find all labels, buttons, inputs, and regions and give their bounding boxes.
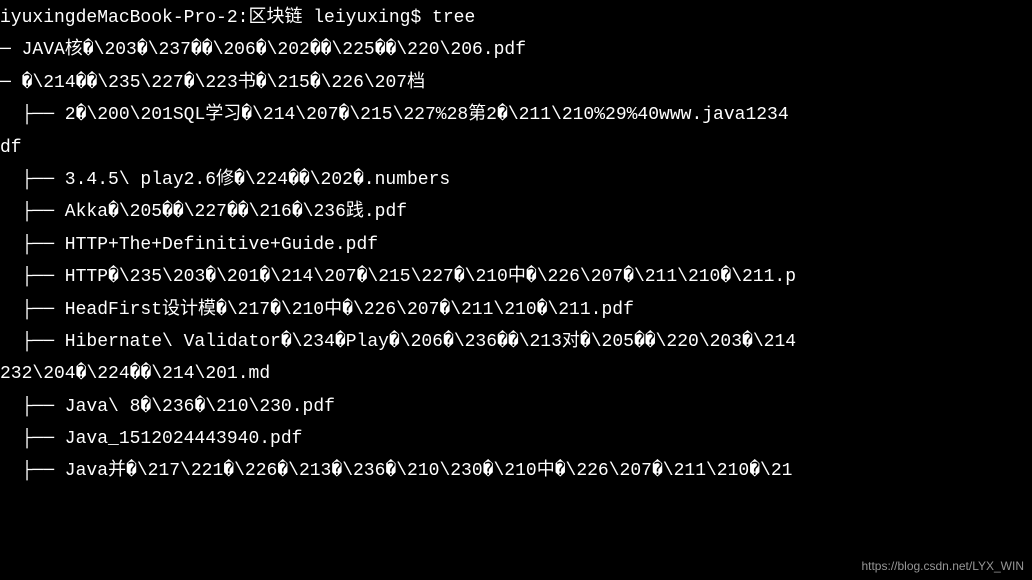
tree-line: df (0, 132, 1032, 164)
tree-line: ─ JAVA核�\203�\237��\206�\202��\225��\220… (0, 34, 1032, 66)
prompt-line: iyuxingdeMacBook-Pro-2:区块链 leiyuxing$ tr… (0, 2, 1032, 34)
tree-line: ├── HTTP+The+Definitive+Guide.pdf (0, 229, 1032, 261)
terminal-output: iyuxingdeMacBook-Pro-2:区块链 leiyuxing$ tr… (0, 2, 1032, 488)
tree-line: ├── Java\ 8�\236�\210\230.pdf (0, 391, 1032, 423)
tree-line: ├── Hibernate\ Validator�\234�Play�\206�… (0, 326, 1032, 358)
tree-line: 232\204�\224��\214\201.md (0, 358, 1032, 390)
tree-line: ├── HTTP�\235\203�\201�\214\207�\215\227… (0, 261, 1032, 293)
tree-line: ─ �\214��\235\227�\223书�\215�\226\207档 (0, 67, 1032, 99)
tree-line: ├── HeadFirst设计模�\217�\210中�\226\207�\21… (0, 294, 1032, 326)
tree-line: ├── 3.4.5\ play2.6修�\224��\202�.numbers (0, 164, 1032, 196)
tree-line: ├── 2�\200\201SQL学习�\214\207�\215\227%28… (0, 99, 1032, 131)
watermark-text: https://blog.csdn.net/LYX_WIN (861, 556, 1024, 578)
tree-line: ├── Java_1512024443940.pdf (0, 423, 1032, 455)
tree-line: ├── Java并�\217\221�\226�\213�\236�\210\2… (0, 455, 1032, 487)
tree-line: ├── Akka�\205��\227��\216�\236践.pdf (0, 196, 1032, 228)
